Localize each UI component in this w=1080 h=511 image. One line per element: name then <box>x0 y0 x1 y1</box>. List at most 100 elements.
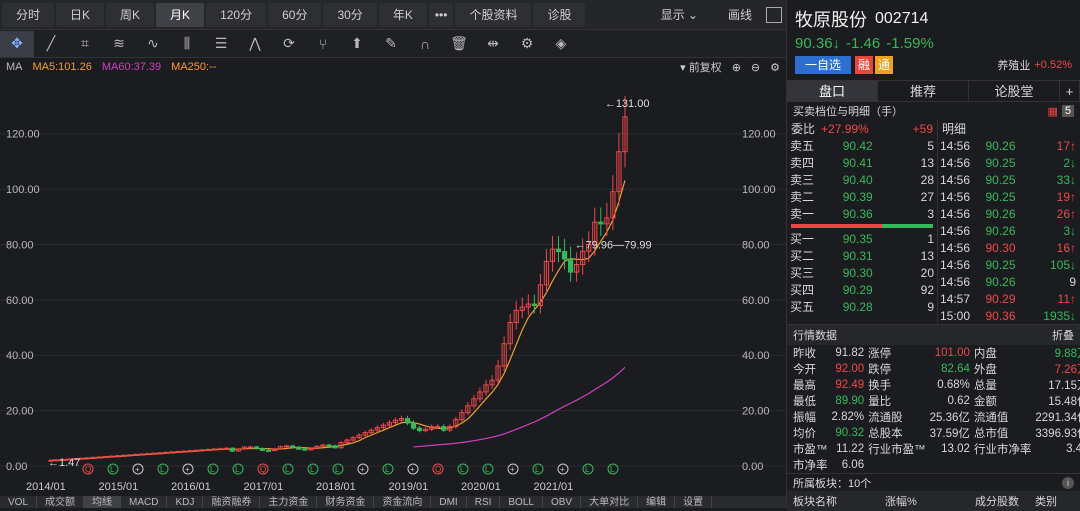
indicator-tab[interactable]: BOLL <box>500 496 543 508</box>
tab-day-k[interactable]: 日K <box>56 2 105 27</box>
indicator-tab[interactable]: OBV <box>543 496 582 508</box>
tab-diagnose[interactable]: 诊股 <box>533 2 586 27</box>
stat-row[interactable]: 昨收 91.82涨停 101.00内盘 9.88万 <box>791 345 1080 361</box>
stat-row[interactable]: 均价 90.32总股本 37.59亿总市值 3396.93亿 <box>791 425 1080 441</box>
indicator-tab[interactable]: 资金流向 <box>374 496 432 508</box>
layers-icon[interactable]: ◈ <box>544 31 578 57</box>
tab-month-k[interactable]: 月K <box>156 2 205 27</box>
sell-level[interactable]: 卖五 90.42 5 <box>787 137 937 154</box>
indicator-tab[interactable]: 融资融券 <box>203 496 261 508</box>
stat-row[interactable]: 振幅 2.82%流通股 25.36亿流通值 2291.34亿 <box>791 409 1080 425</box>
more-button[interactable]: ••• <box>428 2 454 27</box>
tab-year-k[interactable]: 年K <box>378 2 427 27</box>
stat-row-cell: 昨收 <box>793 348 816 360</box>
tab-60min[interactable]: 60分 <box>268 2 322 27</box>
trade-detail[interactable]: 14:56 90.30 16↑ <box>938 239 1078 256</box>
add-watchlist-button[interactable]: 一自选 <box>795 56 851 74</box>
stat-row[interactable]: 今开 92.00跌停 82.64外盘 7.26万 <box>791 361 1080 377</box>
channel-tool-icon[interactable]: ☰ <box>204 31 238 57</box>
indicator-tab[interactable]: 编辑 <box>638 496 676 508</box>
indicator-tab[interactable]: KDJ <box>167 496 204 508</box>
indicator-tab[interactable]: RSI <box>467 496 501 508</box>
buy-level[interactable]: 买一 90.35 1 <box>787 230 937 247</box>
add-tab-icon[interactable]: + <box>1060 81 1080 101</box>
level-badge[interactable]: 5 <box>1061 105 1074 117</box>
split-view-icon[interactable]: ⇹ <box>476 31 510 57</box>
buy-level[interactable]: 买二 90.31 13 <box>787 247 937 264</box>
stat-row[interactable]: 最低 89.90量比 0.62金额 15.48亿 <box>791 393 1080 409</box>
trade-detail[interactable]: 14:56 90.26 3↓ <box>938 222 1078 239</box>
zoom-in-icon[interactable]: ⊕ <box>732 61 741 74</box>
sell-level[interactable]: 卖一 90.36 3 <box>787 205 937 222</box>
indicator-tab[interactable]: MACD <box>121 496 168 508</box>
indicator-tab[interactable]: 成交额 <box>37 496 85 508</box>
cycle-tool-icon[interactable]: ⟳ <box>272 31 306 57</box>
indicator-tab[interactable]: 财务资金 <box>317 496 375 508</box>
tab-week-k[interactable]: 周K <box>106 2 155 27</box>
trade-detail[interactable]: 14:56 90.25 2↓ <box>938 154 1078 171</box>
panel-toggle-icon[interactable] <box>766 6 782 23</box>
pen-icon[interactable]: ✎ <box>374 31 408 57</box>
y-tick-label-left: 60.00 <box>6 295 34 307</box>
fold-button[interactable]: 折叠 <box>1052 327 1074 343</box>
parallel-lines-icon[interactable]: ⫼ <box>170 31 204 57</box>
display-menu[interactable]: 显示 ⌄ <box>647 3 712 27</box>
indicator-tab[interactable]: VOL <box>0 496 38 508</box>
tab-30min[interactable]: 30分 <box>323 2 377 27</box>
gear-icon[interactable]: ⚙ <box>510 31 544 57</box>
level-icon[interactable]: ▦ <box>1047 105 1057 118</box>
indicator-tab[interactable]: 设置 <box>675 496 713 508</box>
arrow-up-icon[interactable]: ⬆ <box>340 31 374 57</box>
tab-120min[interactable]: 120分 <box>206 2 267 27</box>
buy-level[interactable]: 买三 90.30 20 <box>787 264 937 281</box>
trade-detail[interactable]: 15:00 90.36 1935↓ <box>938 307 1078 324</box>
tab-fenshi[interactable]: 分时 <box>2 2 55 27</box>
col-count[interactable]: 成分股数 <box>975 493 1035 509</box>
indicator-tab[interactable]: DMI <box>431 496 467 508</box>
indicator-tab[interactable]: 均线 <box>84 496 122 508</box>
trade-detail[interactable]: 14:56 90.25 19↑ <box>938 188 1078 205</box>
adjust-select[interactable]: ▾ 前复权 <box>680 59 722 75</box>
kline-chart[interactable]: 120.00 120.00 100.00 100.00 80.00 80.00 60.00 6… <box>0 76 786 496</box>
col-plate-name[interactable]: 板块名称 <box>793 493 885 509</box>
zigzag-tool-icon[interactable]: ⋀ <box>238 31 272 57</box>
info-icon[interactable]: i <box>1062 476 1074 489</box>
settings-icon[interactable]: ⚙ <box>770 61 780 74</box>
col-type[interactable]: 类别 <box>1035 493 1057 509</box>
zoom-out-icon[interactable]: ⊖ <box>751 61 760 74</box>
stat-row-cell: 13.02 <box>941 443 970 455</box>
event-label: L <box>335 465 340 474</box>
trade-detail[interactable]: 14:56 90.26 17↑ <box>938 137 1078 154</box>
sell-level[interactable]: 卖二 90.39 27 <box>787 188 937 205</box>
trade-detail[interactable]: 14:56 90.25 105↓ <box>938 256 1078 273</box>
industry-name[interactable]: 养殖业 <box>997 57 1030 73</box>
sell-level[interactable]: 卖三 90.40 28 <box>787 171 937 188</box>
magnet-icon[interactable]: ∩ <box>408 31 442 57</box>
tab-recommend[interactable]: 推荐 <box>878 81 969 101</box>
sell-level[interactable]: 卖四 90.41 13 <box>787 154 937 171</box>
tab-forum[interactable]: 论股堂 <box>969 81 1060 101</box>
trade-detail[interactable]: 14:57 90.29 11↑ <box>938 290 1078 307</box>
wave-tool-icon[interactable]: ∿ <box>136 31 170 57</box>
trade-detail[interactable]: 14:56 90.26 26↑ <box>938 205 1078 222</box>
trade-detail[interactable]: 14:56 90.25 33↓ <box>938 171 1078 188</box>
trade-detail[interactable]: 14:56 90.26 9 <box>938 273 1078 290</box>
stat-row[interactable]: 最高 92.49换手 0.68%总量 17.15万 <box>791 377 1080 393</box>
buy-level[interactable]: 买五 90.28 9 <box>787 298 937 315</box>
fan-tool-icon[interactable]: ≋ <box>102 31 136 57</box>
buy-level[interactable]: 买四 90.29 92 <box>787 281 937 298</box>
indicator-tab[interactable]: 大单对比 <box>581 496 639 508</box>
crop-tool-icon[interactable]: ⌗ <box>68 31 102 57</box>
trade-detail-cell: 15:00 <box>940 308 971 323</box>
tab-pankou[interactable]: 盘口 <box>787 81 878 101</box>
tab-company-info[interactable]: 个股资料 <box>455 2 532 27</box>
pitchfork-icon[interactable]: ⑂ <box>306 31 340 57</box>
trash-icon[interactable]: 🗑 <box>442 31 476 57</box>
col-pct[interactable]: 涨幅% <box>885 493 975 509</box>
indicator-tab[interactable]: 主力资金 <box>260 496 318 508</box>
stat-row[interactable]: 市盈™ 11.22行业市盈™ 13.02行业市净率 3.46 <box>791 441 1080 457</box>
draw-line-button[interactable]: 画线 <box>714 3 766 27</box>
line-tool-icon[interactable]: ╱ <box>34 31 68 57</box>
crosshair-icon[interactable]: ✥ <box>0 30 34 57</box>
stat-row[interactable]: 市净率 6.06 <box>791 457 1080 473</box>
